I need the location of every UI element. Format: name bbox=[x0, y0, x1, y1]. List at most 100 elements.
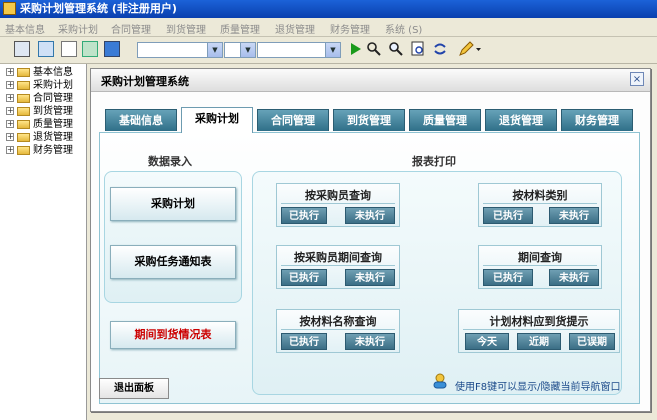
folder-icon bbox=[17, 146, 30, 155]
tree-node-label: 质量管理 bbox=[33, 119, 73, 130]
material-type-unexecuted-button[interactable]: 未执行 bbox=[549, 207, 599, 224]
menu-quality[interactable]: 质量管理 bbox=[220, 21, 260, 36]
menu-basic-info[interactable]: 基本信息 bbox=[5, 21, 45, 36]
divider bbox=[483, 265, 597, 266]
refresh-icon[interactable] bbox=[432, 41, 448, 57]
tree-toggle-icon[interactable] bbox=[14, 41, 30, 57]
report-by-material-type: 按材料类别 已执行 未执行 bbox=[478, 183, 602, 227]
expand-icon[interactable]: + bbox=[6, 120, 14, 128]
play-icon[interactable] bbox=[347, 41, 363, 57]
tree-node-label: 采购计划 bbox=[33, 80, 73, 91]
material-name-unexecuted-button[interactable]: 未执行 bbox=[345, 333, 395, 350]
menu-bar: 基本信息 采购计划 合同管理 到货管理 质量管理 退货管理 财务管理 系统 (S… bbox=[0, 18, 657, 37]
menu-return[interactable]: 退货管理 bbox=[275, 21, 315, 36]
material-type-executed-button[interactable]: 已执行 bbox=[483, 207, 533, 224]
reminder-recent-button[interactable]: 近期 bbox=[517, 333, 561, 350]
menu-finance[interactable]: 财务管理 bbox=[330, 21, 370, 36]
purchase-notice-button[interactable]: 采购任务通知表 bbox=[110, 245, 236, 279]
search-icon[interactable] bbox=[388, 41, 404, 57]
reminder-overdue-button[interactable]: 已误期 bbox=[569, 333, 615, 350]
chevron-down-icon: ▼ bbox=[240, 43, 255, 57]
buyer-unexecuted-button[interactable]: 未执行 bbox=[345, 207, 395, 224]
tab-arrival[interactable]: 到货管理 bbox=[333, 109, 405, 131]
app-icon bbox=[3, 2, 16, 15]
window-icon[interactable] bbox=[38, 41, 54, 57]
window-title: 采购计划管理系统 (非注册用户) bbox=[20, 2, 177, 15]
menu-purchase-plan[interactable]: 采购计划 bbox=[58, 21, 98, 36]
document-icon[interactable] bbox=[61, 41, 77, 57]
folder-icon bbox=[17, 107, 30, 116]
preview-icon[interactable] bbox=[410, 41, 426, 57]
buyer-period-unexecuted-button[interactable]: 未执行 bbox=[345, 269, 395, 286]
tab-content: 数据录入 采购计划 采购任务通知表 期间到货情况表 报表打印 按采购员查询 已执… bbox=[99, 132, 640, 404]
tab-quality[interactable]: 质量管理 bbox=[409, 109, 481, 131]
expand-icon[interactable]: + bbox=[6, 107, 14, 115]
tree-node-label: 财务管理 bbox=[33, 145, 73, 156]
expand-icon[interactable]: + bbox=[6, 81, 14, 89]
folder-icon bbox=[17, 94, 30, 103]
tab-purchase-plan[interactable]: 采购计划 bbox=[181, 107, 253, 133]
user-hint-icon bbox=[433, 373, 447, 389]
report-by-material-name-title: 按材料名称查询 bbox=[299, 315, 377, 328]
expand-icon[interactable]: + bbox=[6, 94, 14, 102]
purchase-plan-button[interactable]: 采购计划 bbox=[110, 187, 236, 221]
tree-node-label: 到货管理 bbox=[33, 106, 73, 117]
report-period-query-title: 期间查询 bbox=[518, 251, 562, 264]
expand-icon[interactable]: + bbox=[6, 68, 14, 76]
reminder-today-button[interactable]: 今天 bbox=[465, 333, 509, 350]
period-executed-button[interactable]: 已执行 bbox=[483, 269, 533, 286]
search-user-icon[interactable] bbox=[366, 41, 382, 57]
buyer-executed-button[interactable]: 已执行 bbox=[281, 207, 327, 224]
exit-panel-button[interactable]: 退出面板 bbox=[99, 378, 169, 399]
tab-basic-info[interactable]: 基础信息 bbox=[105, 109, 177, 131]
report-arrival-reminder: 计划材料应到货提示 今天 近期 已误期 bbox=[458, 309, 620, 353]
toolbar-combo-1[interactable]: ▼ bbox=[137, 42, 223, 58]
tab-finance[interactable]: 财务管理 bbox=[561, 109, 633, 131]
tab-return[interactable]: 退货管理 bbox=[485, 109, 557, 131]
menu-arrival[interactable]: 到货管理 bbox=[166, 21, 206, 36]
period-unexecuted-button[interactable]: 未执行 bbox=[549, 269, 599, 286]
divider bbox=[281, 203, 395, 204]
report-by-material-name: 按材料名称查询 已执行 未执行 bbox=[276, 309, 400, 353]
chevron-down-icon: ▼ bbox=[207, 43, 222, 57]
tree-node-label: 合同管理 bbox=[33, 93, 73, 104]
close-icon[interactable]: × bbox=[630, 72, 644, 86]
main-panel: 采购计划管理系统 × 基础信息 采购计划 合同管理 到货管理 质量管理 退货管理… bbox=[90, 68, 651, 412]
data-entry-title: 数据录入 bbox=[148, 155, 192, 168]
divider bbox=[483, 203, 597, 204]
tree-node-label: 基本信息 bbox=[33, 67, 73, 78]
toolbar-combo-3[interactable]: ▼ bbox=[257, 42, 341, 58]
report-print-title: 报表打印 bbox=[412, 155, 456, 168]
screen-icon[interactable] bbox=[104, 41, 120, 57]
window-titlebar: 采购计划管理系统 (非注册用户) bbox=[0, 0, 657, 18]
report-by-buyer: 按采购员查询 已执行 未执行 bbox=[276, 183, 400, 227]
folder-icon bbox=[17, 120, 30, 129]
report-arrival-reminder-title: 计划材料应到货提示 bbox=[489, 315, 589, 328]
expand-icon[interactable]: + bbox=[6, 146, 14, 154]
menu-system[interactable]: 系统 (S) bbox=[385, 21, 422, 36]
image-icon[interactable] bbox=[82, 41, 98, 57]
tab-contract[interactable]: 合同管理 bbox=[257, 109, 329, 131]
divider bbox=[281, 329, 395, 330]
f8-hint-text: 使用F8键可以显示/隐藏当前导航窗口 bbox=[455, 382, 621, 393]
menu-contract[interactable]: 合同管理 bbox=[111, 21, 151, 36]
report-by-buyer-period: 按采购员期间查询 已执行 未执行 bbox=[276, 245, 400, 289]
pencil-icon[interactable] bbox=[458, 41, 482, 57]
tree-node-label: 退货管理 bbox=[33, 132, 73, 143]
expand-icon[interactable]: + bbox=[6, 133, 14, 141]
report-period-query: 期间查询 已执行 未执行 bbox=[478, 245, 602, 289]
report-by-buyer-period-title: 按采购员期间查询 bbox=[294, 251, 382, 264]
toolbar-combo-2[interactable]: ▼ bbox=[224, 42, 256, 58]
folder-open-icon bbox=[17, 68, 30, 77]
divider bbox=[463, 329, 615, 330]
divider bbox=[281, 265, 395, 266]
period-arrival-button[interactable]: 期间到货情况表 bbox=[110, 321, 236, 349]
panel-title: 采购计划管理系统 bbox=[101, 75, 189, 88]
material-name-executed-button[interactable]: 已执行 bbox=[281, 333, 327, 350]
report-by-material-type-title: 按材料类别 bbox=[512, 189, 568, 202]
folder-icon bbox=[17, 81, 30, 90]
toolbar: ▼ ▼ ▼ bbox=[0, 37, 657, 64]
chevron-down-icon: ▼ bbox=[325, 43, 340, 57]
buyer-period-executed-button[interactable]: 已执行 bbox=[281, 269, 327, 286]
navigation-tree: + 基本信息 + 采购计划 + 合同管理 + 到货管理 + 质量管理 + 退货管理 + 财务管… bbox=[0, 64, 87, 420]
